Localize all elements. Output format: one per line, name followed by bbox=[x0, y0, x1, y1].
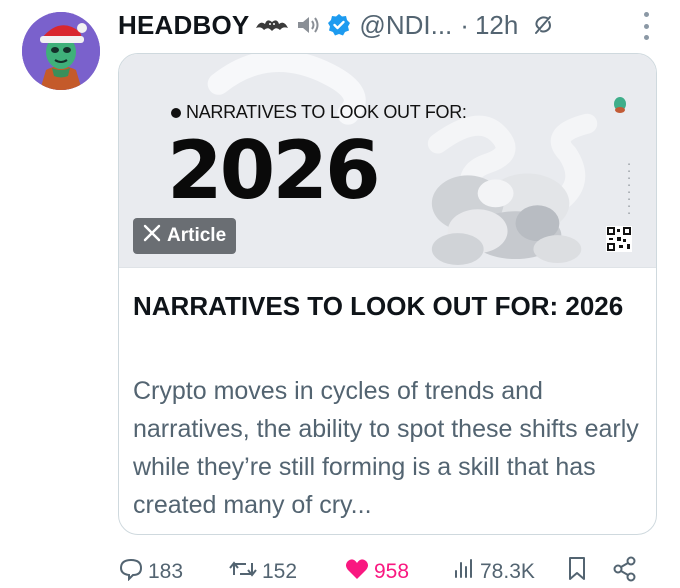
article-banner-image: NARRATIVES TO LOOK OUT FOR: 2026 ▪▪▪▪▪▪▪… bbox=[119, 54, 656, 268]
author-handle[interactable]: @NDI... bbox=[359, 10, 452, 41]
views-count: 78.3K bbox=[480, 560, 535, 583]
views-button[interactable]: 78.3K bbox=[452, 558, 535, 586]
repost-count: 152 bbox=[262, 560, 298, 583]
reply-button[interactable]: 183 bbox=[118, 558, 183, 586]
author-name[interactable]: HEADBOY bbox=[118, 10, 249, 41]
separator-dot: · bbox=[460, 9, 469, 40]
banner-subtitle-text: NARRATIVES TO LOOK OUT FOR: bbox=[186, 102, 467, 122]
grok-icon[interactable] bbox=[530, 13, 556, 37]
post-header: HEADBOY @NDI... · 12h bbox=[118, 8, 556, 42]
share-button[interactable] bbox=[612, 556, 642, 588]
post-timestamp[interactable]: 12h bbox=[475, 10, 518, 41]
bookmark-icon bbox=[566, 556, 592, 588]
heart-icon bbox=[344, 557, 374, 587]
reply-count: 183 bbox=[148, 560, 184, 583]
article-card[interactable]: NARRATIVES TO LOOK OUT FOR: 2026 ▪▪▪▪▪▪▪… bbox=[118, 53, 657, 535]
article-description: Crypto moves in cycles of trends and nar… bbox=[133, 377, 639, 519]
like-button[interactable]: 958 bbox=[344, 558, 409, 586]
bookmark-button[interactable] bbox=[566, 556, 592, 588]
speaker-icon bbox=[295, 13, 321, 37]
repost-icon bbox=[228, 557, 262, 587]
bullet-dot-icon bbox=[171, 107, 181, 118]
banner-subtitle: NARRATIVES TO LOOK OUT FOR: bbox=[171, 102, 467, 123]
reply-icon bbox=[118, 557, 148, 587]
like-count: 958 bbox=[374, 560, 410, 583]
avatar-image bbox=[22, 12, 100, 90]
small-figure-icon bbox=[612, 96, 628, 114]
badge-label: Article bbox=[167, 225, 227, 246]
author-avatar[interactable] bbox=[22, 12, 100, 90]
article-type-badge: Article bbox=[133, 218, 237, 254]
post-action-bar: 183 152 958 78.3K bbox=[118, 556, 658, 588]
repost-button[interactable]: 152 bbox=[228, 558, 297, 586]
views-chart-icon bbox=[452, 557, 480, 587]
share-icon bbox=[612, 556, 642, 588]
more-options-icon[interactable] bbox=[640, 12, 652, 40]
qr-code-icon bbox=[606, 226, 632, 252]
bat-emoji-icon bbox=[255, 14, 289, 36]
x-logo-icon bbox=[143, 224, 161, 248]
banner-year: 2026 bbox=[167, 124, 381, 217]
vertical-watermark: ▪▪▪▪▪▪▪▪ bbox=[626, 162, 632, 218]
verified-badge-icon bbox=[327, 13, 351, 37]
article-title[interactable]: NARRATIVES TO LOOK OUT FOR: 2026 bbox=[133, 286, 643, 326]
